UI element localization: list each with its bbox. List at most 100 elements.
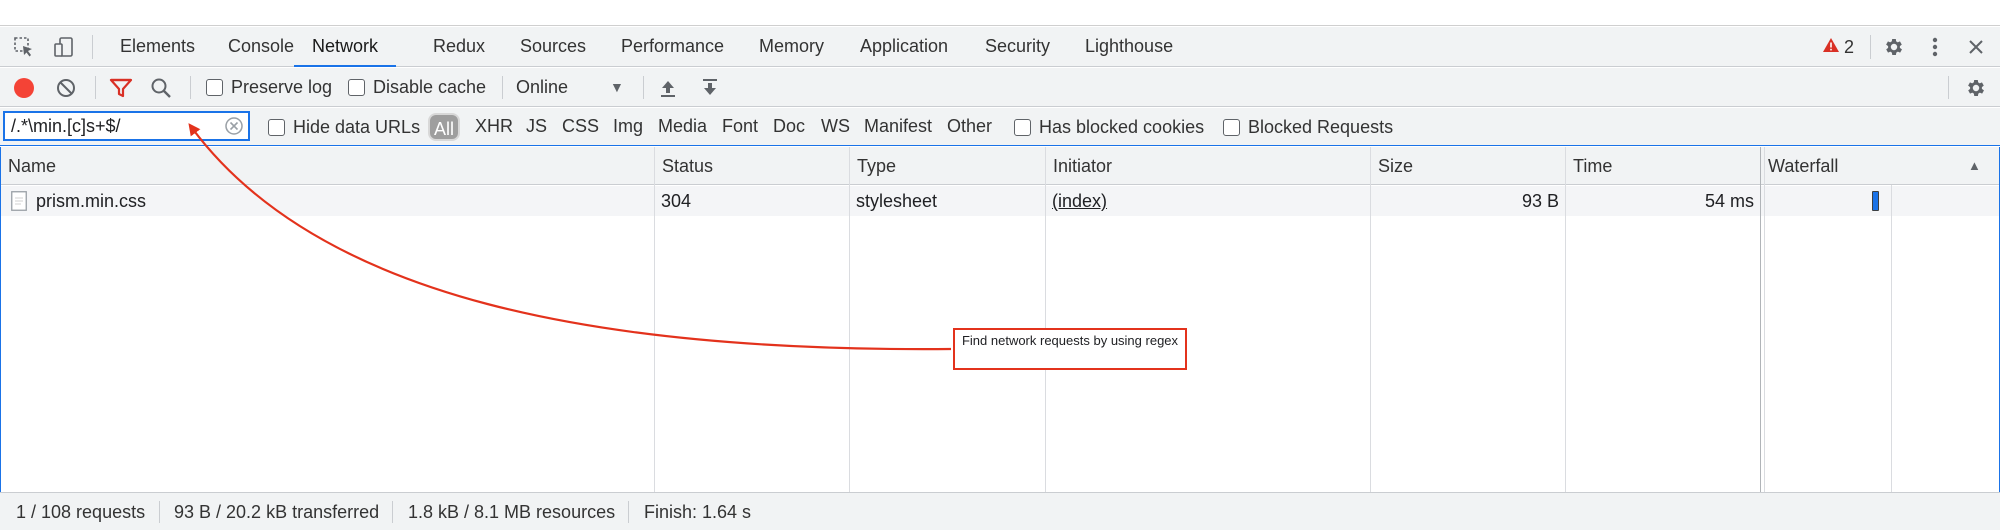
filter-type-js[interactable]: JS [526,116,547,137]
checkbox-box[interactable] [348,79,365,96]
column-header-type[interactable]: Type [850,147,896,185]
request-count: 1 / 108 requests [16,502,146,522]
transferred-size: 93 B / 20.2 kB transferred [174,502,380,522]
filter-input-value: /.*\min.[c]s+$/ [11,115,121,136]
disable-cache-label: Disable cache [373,77,487,97]
divider [628,501,629,523]
checkbox-box[interactable] [1223,119,1240,136]
divider [95,76,96,99]
inspect-element-icon[interactable] [11,35,37,59]
tab-elements[interactable]: Elements [118,27,197,67]
resources-size: 1.8 kB / 8.1 MB resources [408,502,616,522]
checkbox-box[interactable] [1014,119,1031,136]
column-divider[interactable] [849,147,850,492]
request-name[interactable]: prism.min.css [36,186,146,216]
disable-cache-checkbox[interactable]: Disable cache [348,77,486,98]
annotation-callout: Find network requests by using regex [953,328,1187,370]
request-initiator-link[interactable]: (index) [1052,186,1107,216]
finish-time: Finish: 1.64 s [644,502,752,522]
filter-type-ws[interactable]: WS [821,116,850,137]
divider [190,76,191,99]
blocked-requests-label: Blocked Requests [1248,117,1394,137]
divider [159,501,160,523]
column-header-time[interactable]: Time [1566,147,1612,185]
request-size: 93 B [1521,191,1559,211]
tab-redux[interactable]: Redux [431,27,487,67]
divider [1870,35,1871,59]
network-summary-bar: 1 / 108 requests 93 B / 20.2 kB transfer… [0,492,2000,530]
throttling-select[interactable]: Online ▼ [516,77,626,98]
upload-icon[interactable] [655,75,681,101]
tab-console[interactable]: Console [226,27,296,67]
column-divider[interactable] [1045,147,1046,492]
waterfall-gridline [1891,185,1892,492]
blocked-requests-checkbox[interactable]: Blocked Requests [1223,117,1393,138]
clear-icon[interactable] [53,75,79,101]
filter-type-img[interactable]: Img [613,116,643,137]
chevron-down-icon: ▼ [610,79,624,95]
gear-icon[interactable] [1963,75,1989,101]
clear-filter-icon[interactable] [224,116,244,136]
column-header-name[interactable]: Name [1,147,56,185]
column-header-initiator[interactable]: Initiator [1046,147,1112,185]
column-header-size[interactable]: Size [1371,147,1413,185]
column-divider [1764,147,1765,492]
settings-gear-icon[interactable] [1881,35,1907,59]
tab-sources[interactable]: Sources [518,27,588,67]
window-top-spacer [0,0,2000,26]
device-toolbar-icon[interactable] [51,35,77,59]
divider [92,35,93,59]
record-icon[interactable] [11,75,37,101]
search-icon[interactable] [148,75,174,101]
has-blocked-cookies-label: Has blocked cookies [1039,117,1205,137]
tab-lighthouse[interactable]: Lighthouse [1083,27,1175,67]
tab-network[interactable]: Network [294,27,397,67]
tab-application[interactable]: Application [858,27,950,67]
checkbox-box[interactable] [268,119,285,136]
filter-type-css[interactable]: CSS [562,116,599,137]
preserve-log-label: Preserve log [231,77,333,97]
request-time: 54 ms [1704,191,1754,211]
sort-ascending-icon[interactable]: ▲ [1968,158,1981,173]
tab-security[interactable]: Security [983,27,1052,67]
has-blocked-cookies-checkbox[interactable]: Has blocked cookies [1014,117,1204,138]
filter-icon[interactable] [108,75,134,101]
column-header-waterfall[interactable]: Waterfall [1761,147,1838,185]
table-row[interactable]: prism.min.css 304 stylesheet (index) 93 … [1,186,1999,216]
throttling-value: Online [516,77,569,97]
devtools-tab-bar: Elements Console Network Redux Sources P… [0,27,2000,67]
issues-counter[interactable]: 2 [1822,27,1854,67]
close-devtools-icon[interactable] [1963,35,1989,59]
column-divider[interactable] [1565,147,1566,492]
tab-performance[interactable]: Performance [619,27,726,67]
filter-type-doc[interactable]: Doc [773,116,805,137]
divider [392,501,393,523]
filter-type-font[interactable]: Font [722,116,758,137]
column-header-status[interactable]: Status [655,147,713,185]
download-icon[interactable] [697,75,723,101]
filter-type-manifest[interactable]: Manifest [864,116,932,137]
more-options-icon[interactable] [1922,35,1948,59]
warning-triangle-icon [1822,37,1840,58]
column-divider[interactable] [1760,147,1761,492]
filter-type-xhr[interactable]: XHR [475,116,513,137]
network-toolbar: Preserve log Disable cache Online ▼ [0,68,2000,107]
preserve-log-checkbox[interactable]: Preserve log [206,77,332,98]
column-divider[interactable] [654,147,655,492]
checkbox-box[interactable] [206,79,223,96]
tab-memory[interactable]: Memory [757,27,826,67]
request-type: stylesheet [856,191,938,211]
divider [502,76,503,99]
filter-type-media[interactable]: Media [658,116,707,137]
filter-input[interactable]: /.*\min.[c]s+$/ [3,111,250,141]
filter-type-other[interactable]: Other [947,116,992,137]
divider [643,76,644,99]
hide-data-urls-checkbox[interactable]: Hide data URLs [268,117,420,138]
document-file-icon [11,191,27,211]
filter-type-all[interactable]: All [428,113,461,141]
table-header: Name Status Type Initiator Size Time Wat… [1,147,1999,185]
filter-bar: /.*\min.[c]s+$/ Hide data URLs All XHR J… [0,108,2000,146]
column-divider[interactable] [1370,147,1371,492]
issues-count: 2 [1844,36,1855,57]
divider [1948,76,1949,99]
